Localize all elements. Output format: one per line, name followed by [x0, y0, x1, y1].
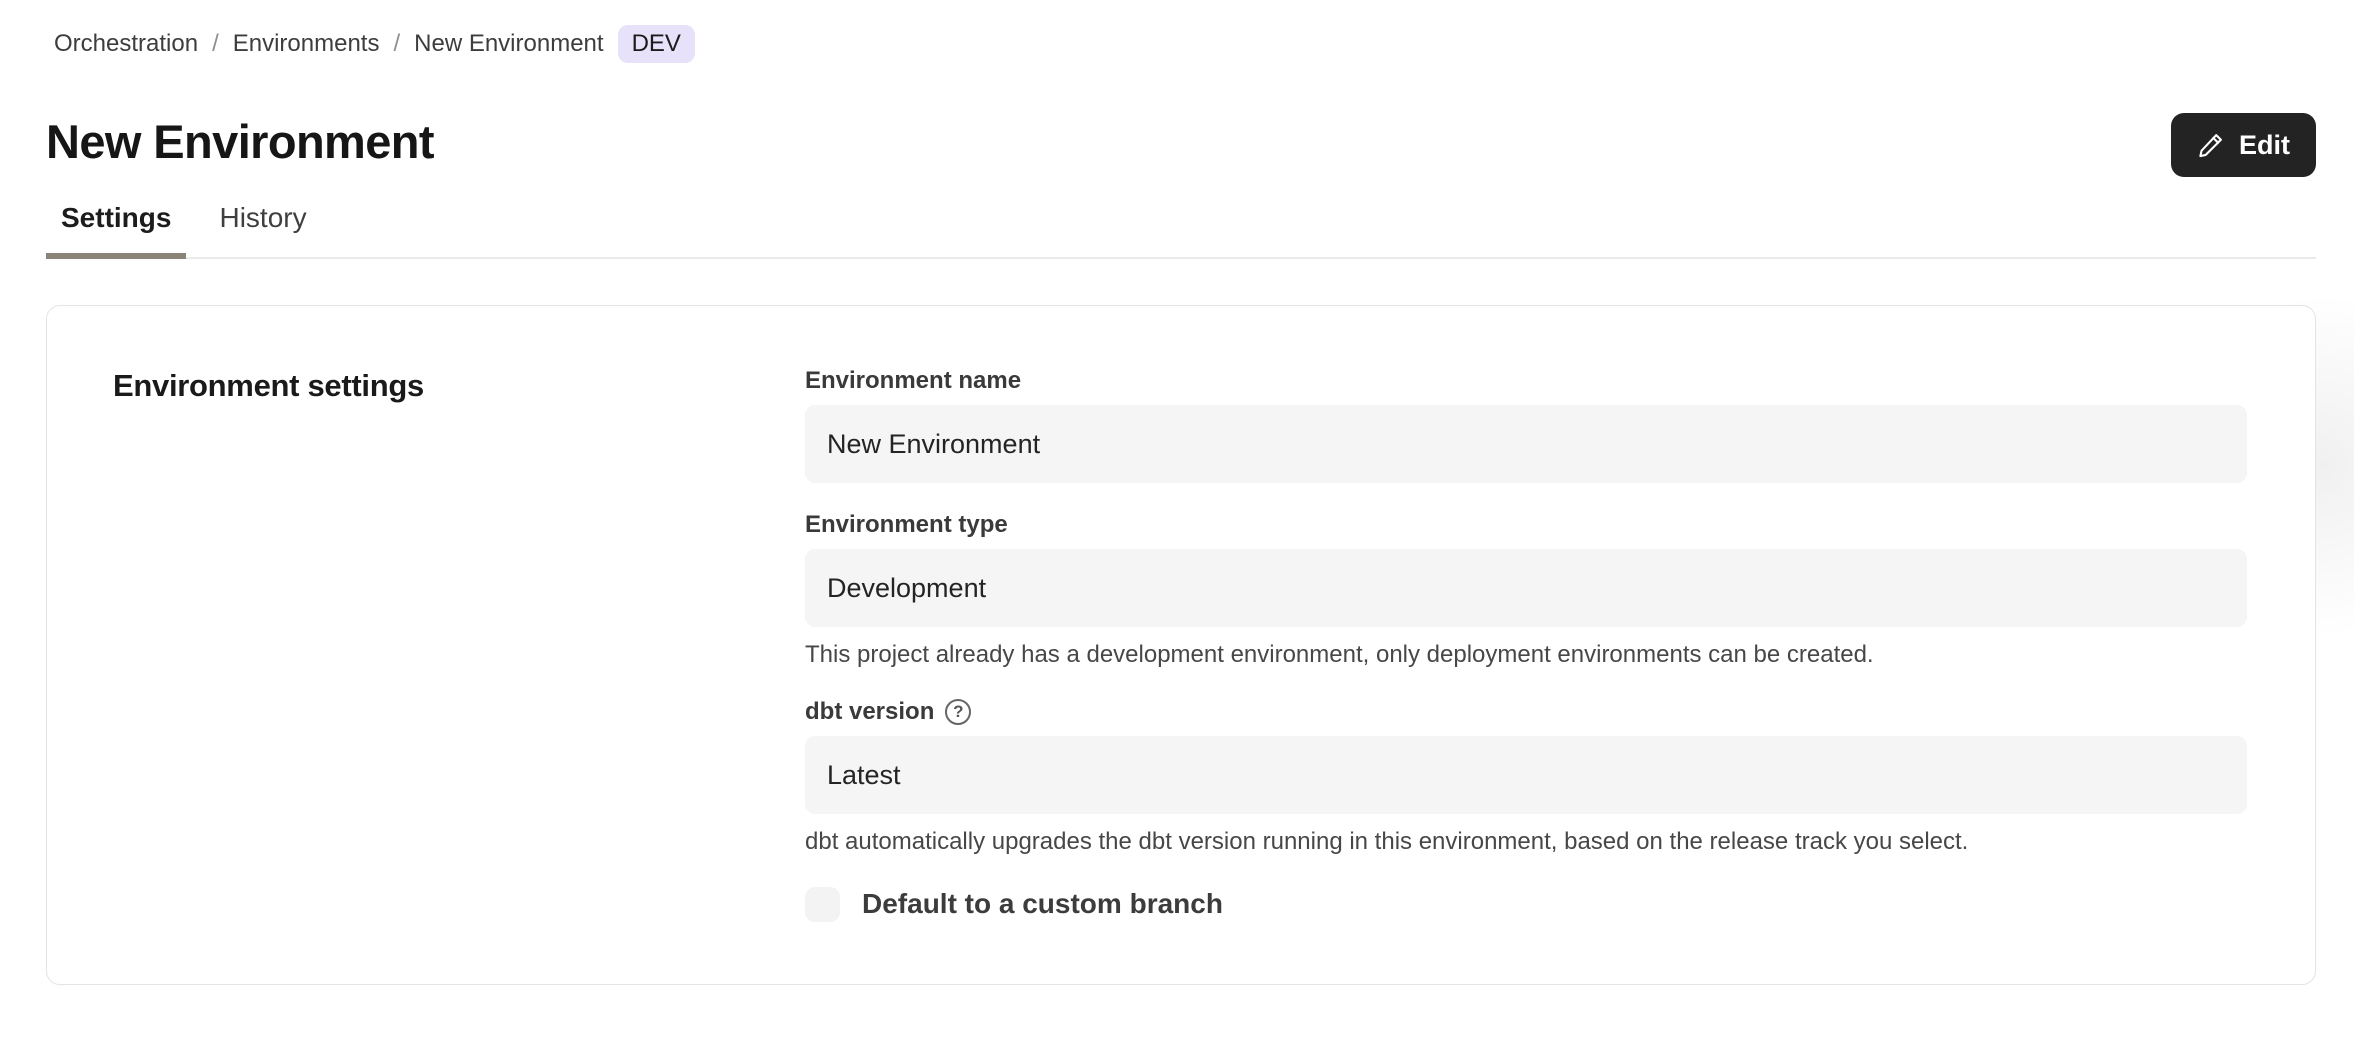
- custom-branch-checkbox[interactable]: [805, 887, 840, 922]
- environment-page: Orchestration / Environments / New Envir…: [0, 25, 2354, 985]
- tab-bar: Settings History: [46, 200, 2316, 259]
- field-environment-name: Environment name New Environment: [805, 366, 2247, 483]
- title-row: New Environment Edit: [46, 113, 2316, 177]
- dbt-version-helper: dbt automatically upgrades the dbt versi…: [805, 827, 2247, 857]
- custom-branch-label[interactable]: Default to a custom branch: [862, 886, 1223, 922]
- dbt-version-label: dbt version ?: [805, 697, 2247, 727]
- pencil-icon: [2197, 131, 2225, 159]
- environment-name-input[interactable]: New Environment: [805, 405, 2247, 483]
- environment-type-label: Environment type: [805, 510, 2247, 540]
- dbt-version-input[interactable]: Latest: [805, 736, 2247, 814]
- environment-type-badge: DEV: [618, 25, 695, 63]
- environment-settings-form: Environment name New Environment Environ…: [805, 366, 2247, 934]
- dbt-version-label-text: dbt version: [805, 697, 934, 727]
- breadcrumb-new-environment: New Environment: [414, 30, 603, 58]
- card-heading: Environment settings: [113, 366, 805, 934]
- environment-type-input[interactable]: Development: [805, 549, 2247, 627]
- edit-button-label: Edit: [2239, 130, 2290, 161]
- help-icon[interactable]: ?: [945, 699, 971, 725]
- breadcrumb-separator: /: [393, 30, 400, 58]
- breadcrumb-separator: /: [212, 30, 219, 58]
- environment-type-helper: This project already has a development e…: [805, 640, 2247, 670]
- page-title: New Environment: [46, 113, 434, 171]
- field-dbt-version: dbt version ? Latest dbt automatically u…: [805, 697, 2247, 857]
- breadcrumb-environments[interactable]: Environments: [233, 30, 380, 58]
- environment-name-label: Environment name: [805, 366, 2247, 396]
- environment-settings-card: Environment settings Environment name Ne…: [46, 305, 2316, 985]
- tab-settings[interactable]: Settings: [46, 200, 186, 259]
- custom-branch-row: Default to a custom branch: [805, 886, 2247, 922]
- edit-button[interactable]: Edit: [2171, 113, 2316, 177]
- tab-history[interactable]: History: [204, 200, 321, 259]
- breadcrumb: Orchestration / Environments / New Envir…: [54, 25, 2316, 63]
- breadcrumb-orchestration[interactable]: Orchestration: [54, 30, 198, 58]
- field-environment-type: Environment type Development This projec…: [805, 510, 2247, 670]
